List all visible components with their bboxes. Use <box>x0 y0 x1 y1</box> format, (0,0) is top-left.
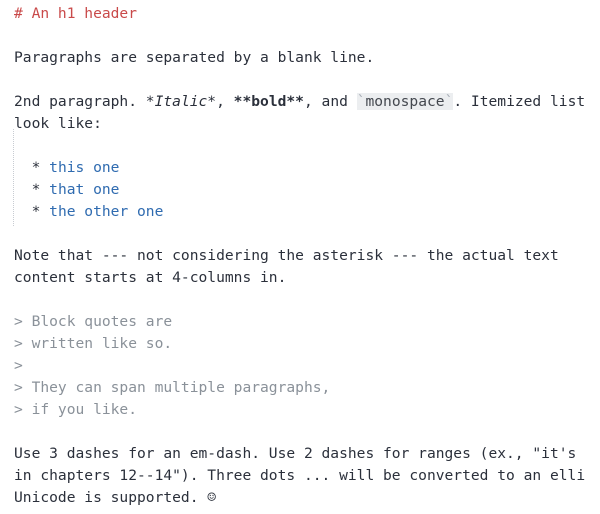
paragraph-text: , and <box>303 93 357 110</box>
line-15-blockquote-1[interactable]: > Block quotes are <box>0 311 600 333</box>
paragraph-text: 2nd paragraph. <box>14 93 146 110</box>
line-11-blank[interactable] <box>0 223 600 245</box>
line-10-list-item-the-other-one[interactable]: * the other one <box>0 201 600 223</box>
line-9-list-item-that-one[interactable]: * that one <box>0 179 600 201</box>
code-text-area[interactable]: # An h1 header Paragraphs are separated … <box>0 3 600 509</box>
heading-text: # An h1 header <box>14 5 138 22</box>
markdown-source-view[interactable]: # An h1 header Paragraphs are separated … <box>0 0 600 514</box>
line-17-blockquote-empty[interactable]: > <box>0 355 600 377</box>
line-21-dashes-paragraph[interactable]: Use 3 dashes for an em-dash. Use 2 dashe… <box>0 443 600 465</box>
line-12-note-paragraph[interactable]: Note that --- not considering the asteri… <box>0 245 600 267</box>
line-1-h1-header[interactable]: # An h1 header <box>0 3 600 25</box>
paragraph-text: in chapters 12--14"). Three dots ... wil… <box>14 467 586 484</box>
line-8-list-item-this-one[interactable]: * this one <box>0 157 600 179</box>
line-4-blank[interactable] <box>0 69 600 91</box>
paragraph-text: look like: <box>14 115 102 132</box>
paragraph-text: . Itemized list <box>453 93 586 110</box>
line-19-blockquote-4[interactable]: > if you like. <box>0 399 600 421</box>
line-13-note-paragraph-continued[interactable]: content starts at 4-columns in. <box>0 267 600 289</box>
line-18-blockquote-3[interactable]: > They can span multiple paragraphs, <box>0 377 600 399</box>
line-6-paragraph-continued[interactable]: look like: <box>0 113 600 135</box>
paragraph-text: Unicode is supported. <box>14 489 208 506</box>
line-3-paragraph-intro[interactable]: Paragraphs are separated by a blank line… <box>0 47 600 69</box>
blockquote-text: > if you like. <box>14 401 138 418</box>
paragraph-text: , <box>216 93 234 110</box>
blockquote-text: > written like so. <box>14 335 173 352</box>
blockquote-text: > They can span multiple paragraphs, <box>14 379 331 396</box>
italic-span: *Italic* <box>145 93 217 110</box>
line-22-dashes-paragraph-continued[interactable]: in chapters 12--14"). Three dots ... wil… <box>0 465 600 487</box>
paragraph-text: Use 3 dashes for an em-dash. Use 2 dashe… <box>14 445 577 462</box>
list-bullet: * <box>14 159 50 176</box>
list-item-text: that one <box>49 181 120 198</box>
line-23-unicode-paragraph[interactable]: Unicode is supported. ☺ <box>0 487 600 509</box>
line-5-paragraph-inline-styles[interactable]: 2nd paragraph. *Italic*, **bold**, and `… <box>0 91 600 113</box>
paragraph-text: Paragraphs are separated by a blank line… <box>14 49 375 66</box>
inline-code-span: monospace <box>365 93 445 110</box>
blockquote-text: > Block quotes are <box>14 313 173 330</box>
bold-span: **bold** <box>233 93 304 110</box>
line-7-blank[interactable] <box>0 135 600 157</box>
paragraph-text: Note that --- not considering the asteri… <box>14 247 559 264</box>
list-item-text: the other one <box>49 203 164 220</box>
line-20-blank[interactable] <box>0 421 600 443</box>
list-bullet: * <box>14 181 50 198</box>
line-16-blockquote-2[interactable]: > written like so. <box>0 333 600 355</box>
list-item-text: this one <box>49 159 120 176</box>
list-bullet: * <box>14 203 50 220</box>
smiling-face-icon: ☺ <box>207 489 217 506</box>
line-2-blank[interactable] <box>0 25 600 47</box>
blockquote-text: > <box>14 357 23 374</box>
paragraph-text: content starts at 4-columns in. <box>14 269 287 286</box>
line-14-blank[interactable] <box>0 289 600 311</box>
